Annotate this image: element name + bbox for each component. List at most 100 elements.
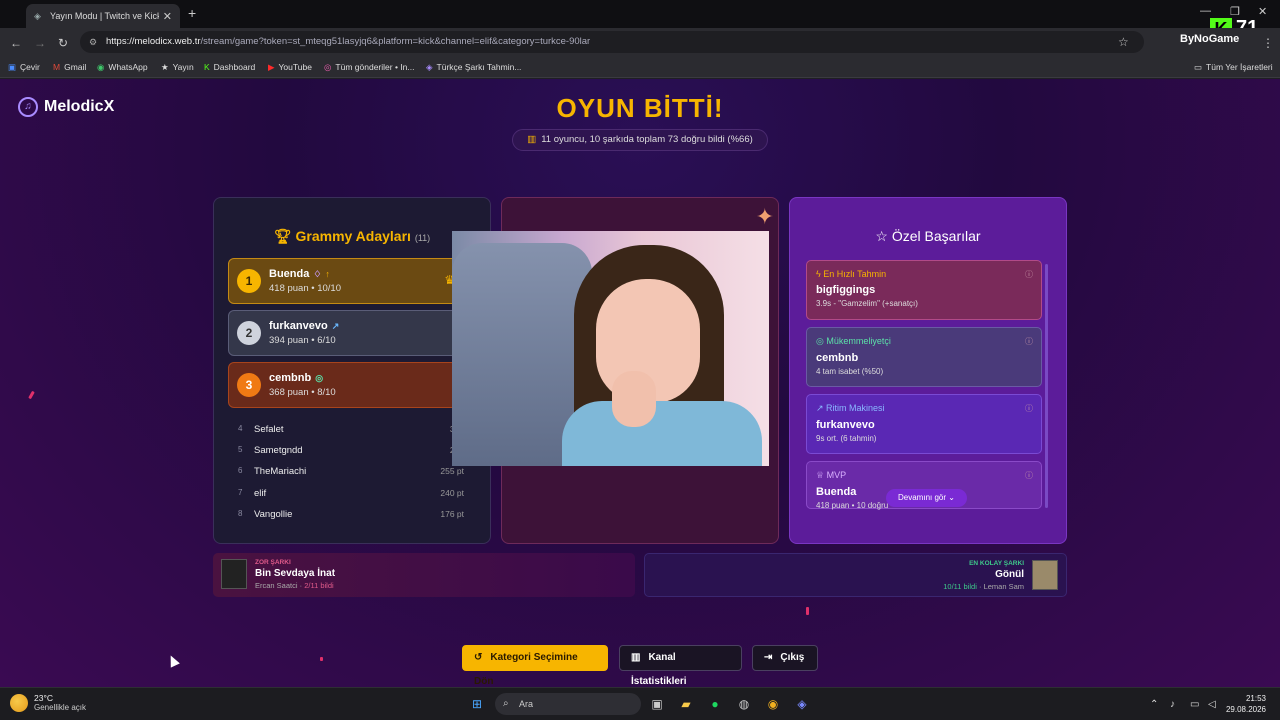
achievements-scrollbar[interactable]: [1045, 264, 1048, 508]
bookmark-youtube[interactable]: ▶ YouTube: [268, 62, 312, 73]
bookmark-star-icon[interactable]: ☆: [1118, 35, 1129, 49]
windows-start-icon[interactable]: ⊞: [468, 695, 486, 713]
forward-icon[interactable]: →: [34, 36, 46, 50]
gem-icon: ♢: [313, 269, 322, 279]
category-select-button[interactable]: ↺ Kategori Seçimine Dön: [462, 645, 608, 687]
url-field[interactable]: ⚙ https://melodicx.web.tr/stream/game?to…: [80, 31, 1144, 53]
sparkle-icon: ✦: [755, 204, 774, 229]
webcam-overlay: [452, 231, 769, 466]
minimize-icon[interactable]: —: [1200, 5, 1211, 17]
reload-icon[interactable]: ↻: [58, 36, 68, 50]
show-more-button[interactable]: Devamını gör ⌄: [886, 489, 967, 507]
tab-close-icon[interactable]: ✕: [163, 10, 172, 23]
url-path: /stream/game?token=st_mteqg51lasyjq6&pla…: [200, 36, 591, 47]
achievement-card: ↗ Ritim Makinesi furkanvevo 9s ort. (6 t…: [806, 394, 1042, 454]
menu-dots-icon[interactable]: ⋮: [1262, 36, 1274, 50]
list-item: 4Sefalet310: [238, 424, 464, 435]
taskbar-search[interactable]: ⌕ Ara: [495, 693, 641, 715]
bookmark-dashboard[interactable]: K Dashboard: [204, 62, 255, 72]
folder-icon: ▭: [1194, 62, 1203, 72]
confetti: [320, 657, 323, 661]
star-outline-icon: ☆: [875, 228, 888, 244]
bookmark-gmail[interactable]: M Gmail: [53, 62, 86, 72]
bookmark-instagram[interactable]: ◎ Tüm gönderiler • In...: [324, 62, 414, 73]
song-label: ZOR ŞARKI: [255, 559, 291, 566]
spotify-icon[interactable]: ●: [706, 695, 724, 713]
song-label: EN KOLAY ŞARKI: [969, 560, 1024, 567]
bookmark-yayin[interactable]: ★ Yayın: [161, 62, 194, 73]
song-title: Gönül: [995, 569, 1024, 580]
bookmark-sarki-tahmin[interactable]: ◈ Türkçe Şarkı Tahmin...: [426, 62, 521, 73]
confetti: [28, 390, 35, 400]
summary-badge: ▥ 11 oyuncu, 10 şarkıda toplam 73 doğru b…: [512, 129, 768, 151]
bookmarks-bar: ▣ Çevir M Gmail ◉ WhatsApp ★ Yayın K Dashboar…: [0, 56, 1280, 78]
list-item: 5Sametgndd273: [238, 445, 464, 456]
address-toolbar: ← → ↻ ⚙ https://melodicx.web.tr/stream/g…: [0, 28, 1280, 56]
melodicx-small-icon: ◈: [426, 62, 433, 72]
leaderboard-title: 🏆︎ Grammy Adayları (11): [273, 228, 431, 244]
system-clock[interactable]: 21:53 29.08.2026: [1226, 693, 1266, 715]
leaderboard-panel: 🏆︎ Grammy Adayları (11) 1 Buenda ♢ ↑ 418 p…: [213, 197, 491, 544]
info-icon[interactable]: ⓘ: [1025, 403, 1033, 414]
channel-stats-button[interactable]: ▥ Kanal İstatistikleri: [619, 645, 742, 687]
easiest-song-card: EN KOLAY ŞARKI Gönül 10/11 bildi · Leman…: [644, 553, 1067, 597]
player-stats: 368 puan • 8/10: [269, 387, 336, 398]
kick-small-icon: K: [204, 62, 210, 72]
info-icon[interactable]: ⓘ: [1025, 269, 1033, 280]
game-over-page: ♫ MelodicX OYUN BİTTİ! ▥ 11 oyuncu, 10 şa…: [0, 79, 1280, 687]
tray-chevron-icon[interactable]: ⌃: [1150, 699, 1158, 710]
album-cover: [1032, 560, 1058, 590]
bynogame-extension[interactable]: ByNoGame: [1180, 33, 1239, 45]
achievement-card: ◎ Mükemmeliyetçi cembnb 4 tam isabet (%5…: [806, 327, 1042, 387]
logout-icon: ⇥: [764, 652, 773, 663]
browser-tab[interactable]: ◈ Yayın Modu | Twitch ve Kick ile M... ✕: [26, 4, 180, 28]
gmail-icon: M: [53, 62, 61, 72]
back-icon[interactable]: ←: [10, 36, 22, 50]
rank-badge: 2: [237, 321, 261, 345]
site-info-icon[interactable]: ⚙: [89, 31, 97, 53]
list-item: 6 TheMariachi 255 pt: [238, 466, 464, 477]
target-icon: ◎: [315, 373, 324, 383]
bookmark-cevir[interactable]: ▣ Çevir: [8, 62, 40, 73]
url-host: https://melodicx.web.tr: [106, 36, 201, 47]
instagram-icon: ◎: [324, 62, 332, 72]
player-name: cembnb: [269, 372, 312, 384]
list-item: 7 elif 240 pt: [238, 488, 464, 499]
list-item: 8 Vangollie 176 pt: [238, 509, 464, 520]
achievements-title: ☆ Özel Başarılar: [875, 228, 981, 244]
close-window-icon[interactable]: ✕: [1258, 5, 1267, 18]
weather-widget[interactable]: 23°C Genellikle açık: [10, 693, 86, 712]
discord-icon[interactable]: ◈: [793, 695, 811, 713]
chrome-icon[interactable]: ◉: [764, 695, 782, 713]
all-bookmarks[interactable]: ▭ Tüm Yer İşaretleri: [1194, 62, 1273, 73]
task-view-icon[interactable]: ▣: [648, 695, 666, 713]
hardest-song-card: ZOR ŞARKI Bin Sevdaya İnat Ercan Saatci …: [213, 553, 635, 597]
player-name: furkanvevo: [269, 320, 328, 332]
microphone-icon[interactable]: ♪: [1170, 699, 1175, 710]
rotate-icon: ↺: [474, 652, 483, 663]
translate-icon: ▣: [8, 62, 17, 72]
leaderboard-second: 2 furkanvevo ↗ 394 puan • 6/10: [228, 310, 466, 356]
search-icon: ⌕: [503, 698, 509, 709]
tab-title: Yayın Modu | Twitch ve Kick ile M...: [50, 11, 159, 21]
album-cover: [221, 559, 247, 589]
info-icon[interactable]: ⓘ: [1025, 336, 1033, 347]
star-icon: ★: [161, 62, 169, 72]
network-icon[interactable]: ▭: [1190, 699, 1199, 710]
player-stats: 394 puan • 6/10: [269, 335, 336, 346]
streamer-shirt: [562, 401, 762, 466]
new-tab-icon[interactable]: +: [188, 5, 196, 21]
leaderboard-first: 1 Buenda ♢ ↑ 418 puan • 10/10 ♛: [228, 258, 466, 304]
weather-icon: [10, 693, 28, 712]
file-explorer-icon[interactable]: ▰: [677, 695, 695, 713]
song-title: Bin Sevdaya İnat: [255, 568, 336, 579]
exit-button[interactable]: ⇥ Çıkış: [752, 645, 818, 671]
page-title: OYUN BİTTİ!: [556, 93, 724, 123]
info-icon[interactable]: ⓘ: [1025, 470, 1033, 481]
obs-icon[interactable]: ◍: [735, 695, 753, 713]
bar-chart-icon: ▥: [527, 134, 537, 145]
bookmark-whatsapp[interactable]: ◉ WhatsApp: [97, 62, 148, 73]
browser-tab-bar: ◈ Yayın Modu | Twitch ve Kick ile M... ✕…: [0, 0, 1280, 28]
rank-badge: 1: [237, 269, 261, 293]
volume-icon[interactable]: ◁: [1208, 699, 1216, 710]
